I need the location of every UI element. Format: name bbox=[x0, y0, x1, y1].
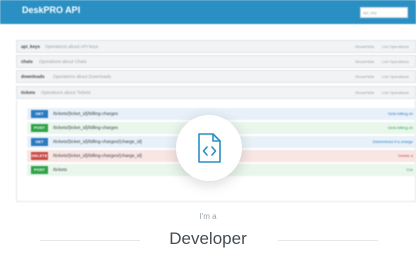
section-desc: Operations about API keys bbox=[45, 44, 99, 49]
hero-role: Developer bbox=[169, 229, 247, 248]
list-operations-link[interactable]: List Operations bbox=[382, 90, 409, 95]
section-tickets[interactable]: tickets Operations about Tickets Show/Hi… bbox=[16, 86, 416, 99]
show-hide-link[interactable]: Show/Hide bbox=[355, 59, 374, 64]
section-api-keys[interactable]: api_keys Operations about API keys Show/… bbox=[16, 40, 416, 53]
list-operations-link[interactable]: List Operations bbox=[382, 74, 409, 79]
endpoint-path[interactable]: /tickets/{ticket_id}/billing-charges bbox=[53, 111, 118, 116]
section-desc: Operations about Downloads bbox=[53, 74, 112, 79]
section-name[interactable]: chats bbox=[21, 59, 33, 64]
endpoint-path[interactable]: /tickets/{ticket_id}/billing-charges/{ch… bbox=[53, 153, 142, 158]
section-name[interactable]: api_keys bbox=[21, 44, 40, 49]
operation-summary: Cre bbox=[406, 167, 413, 172]
operation-summary: Gets billing ch bbox=[387, 111, 413, 116]
show-hide-link[interactable]: Show/Hide bbox=[355, 44, 374, 49]
operation-summary: Delete a bbox=[398, 153, 413, 158]
section-name[interactable]: tickets bbox=[21, 90, 35, 95]
list-operations-link[interactable]: List Operations bbox=[382, 44, 409, 49]
section-downloads[interactable]: downloads Operations about Downloads Sho… bbox=[16, 70, 416, 83]
http-verb-badge[interactable]: GET bbox=[31, 110, 48, 118]
section-chats[interactable]: chats Operations about Chats Show/Hide L… bbox=[16, 55, 416, 68]
developer-badge[interactable] bbox=[176, 115, 242, 181]
endpoint-path[interactable]: /tickets/{ticket_id}/billing-charges bbox=[53, 125, 118, 130]
endpoint-path[interactable]: /tickets/{ticket_id}/billing-charges/{ch… bbox=[53, 139, 142, 144]
http-verb-badge[interactable]: POST bbox=[31, 166, 48, 174]
show-hide-link[interactable]: Show/Hide bbox=[355, 74, 374, 79]
http-verb-badge[interactable]: GET bbox=[31, 138, 48, 146]
code-file-icon bbox=[198, 133, 221, 163]
section-desc: Operations about Tickets bbox=[41, 90, 91, 95]
operation-summary: Gets billing ch bbox=[387, 125, 413, 130]
api-key-input[interactable]: api_key bbox=[360, 7, 408, 18]
section-desc: Operations about Chats bbox=[39, 59, 87, 64]
operation-summary: Determines if a charge bbox=[372, 139, 413, 144]
http-verb-badge[interactable]: POST bbox=[31, 124, 48, 132]
brand-title[interactable]: DeskPRO API bbox=[22, 5, 80, 15]
top-bar: DeskPRO API api_key bbox=[0, 0, 416, 24]
endpoint-path[interactable]: /tickets bbox=[53, 167, 67, 172]
section-name[interactable]: downloads bbox=[21, 74, 45, 79]
hero-intro: I'm a bbox=[199, 212, 217, 221]
http-verb-badge[interactable]: DELETE bbox=[31, 152, 48, 160]
show-hide-link[interactable]: Show/Hide bbox=[355, 90, 374, 95]
list-operations-link[interactable]: List Operations bbox=[382, 59, 409, 64]
